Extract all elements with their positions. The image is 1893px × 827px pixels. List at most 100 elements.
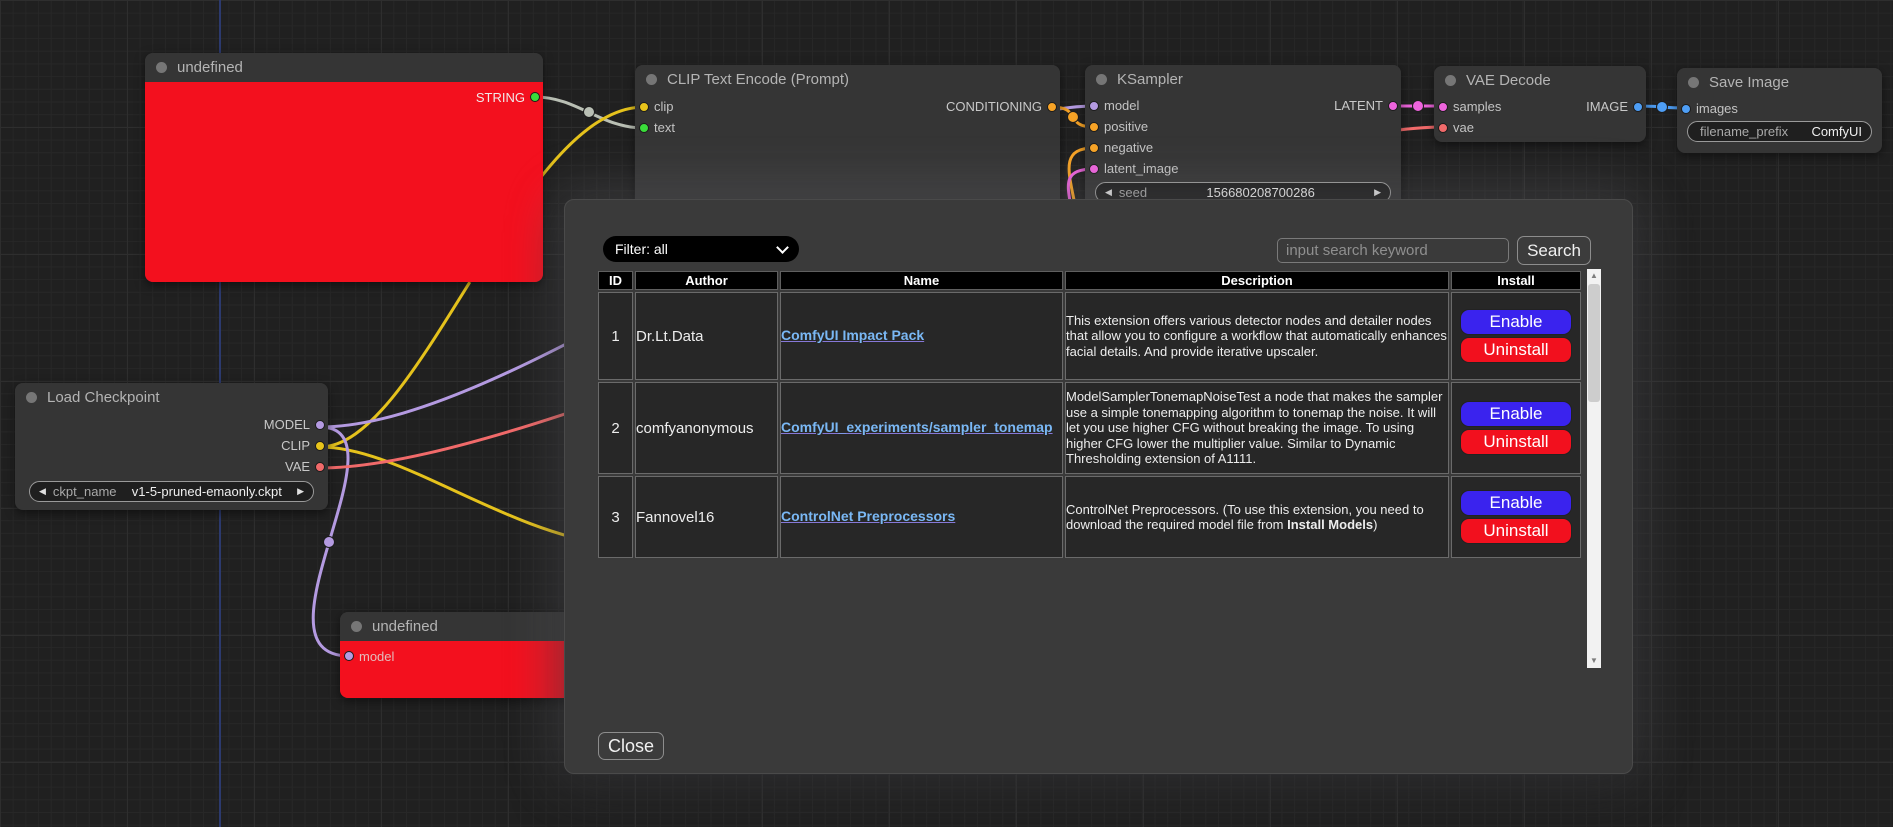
node-title: undefined (177, 59, 243, 76)
table-row: 3 Fannovel16 ControlNet Preprocessors Co… (598, 476, 1581, 558)
filter-label: Filter: all (615, 241, 668, 257)
node-collapse-dot[interactable] (1688, 77, 1699, 88)
node-collapse-dot[interactable] (156, 62, 167, 73)
node-collapse-dot[interactable] (646, 74, 657, 85)
col-header-id: ID (598, 271, 633, 290)
port-model-input[interactable] (344, 651, 354, 661)
node-load-checkpoint[interactable]: Load Checkpoint MODEL CLIP VAE ◀ ckpt_na… (15, 383, 328, 510)
table-row: 1 Dr.Lt.Data ComfyUI Impact Pack This ex… (598, 292, 1581, 380)
uninstall-button[interactable]: Uninstall (1460, 337, 1572, 363)
comfyui-canvas[interactable]: undefined STRING CLIP Text Encode (Promp… (0, 0, 1893, 827)
node-ksampler[interactable]: KSampler model LATENT positive negative … (1085, 65, 1401, 215)
node-save-image[interactable]: Save Image images filename_prefix ComfyU… (1677, 68, 1882, 153)
output-label: LATENT (1334, 98, 1383, 113)
port-vae-output[interactable] (315, 462, 325, 472)
search-button[interactable]: Search (1517, 236, 1591, 265)
filename-prefix-widget[interactable]: filename_prefix ComfyUI (1687, 121, 1872, 142)
cell-author: comfyanonymous (635, 382, 778, 474)
cell-id: 1 (598, 292, 633, 380)
node-collapse-dot[interactable] (1445, 75, 1456, 86)
node-vae-decode[interactable]: VAE Decode samples IMAGE vae (1434, 66, 1646, 142)
port-positive-input[interactable] (1089, 122, 1099, 132)
col-header-description: Description (1065, 271, 1449, 290)
input-label: latent_image (1104, 161, 1178, 176)
input-label: model (359, 649, 394, 664)
widget-value: v1-5-pruned-emaonly.ckpt (132, 484, 282, 499)
cell-install: Enable Uninstall (1451, 476, 1581, 558)
seed-label: seed (1119, 185, 1147, 200)
table-header-row: ID Author Name Description Install (598, 271, 1581, 290)
node-title: Save Image (1709, 74, 1789, 91)
port-conditioning-output[interactable] (1047, 102, 1057, 112)
port-clip-input[interactable] (639, 102, 649, 112)
widget-label: ckpt_name (53, 484, 117, 499)
port-latent-output[interactable] (1388, 101, 1398, 111)
input-label: positive (1104, 119, 1148, 134)
input-label: samples (1453, 99, 1501, 114)
port-text-input[interactable] (639, 123, 649, 133)
link-dot (1657, 102, 1668, 113)
port-model-input[interactable] (1089, 101, 1099, 111)
input-label: vae (1453, 120, 1474, 135)
increment-arrow-icon[interactable]: ▶ (297, 487, 304, 496)
increment-arrow-icon[interactable]: ▶ (1374, 188, 1381, 197)
uninstall-button[interactable]: Uninstall (1460, 429, 1572, 455)
port-clip-output[interactable] (315, 441, 325, 451)
col-header-name: Name (780, 271, 1063, 290)
output-label: MODEL (264, 417, 310, 432)
port-latent-image-input[interactable] (1089, 164, 1099, 174)
cell-install: Enable Uninstall (1451, 292, 1581, 380)
link-dot (1068, 112, 1079, 123)
scrollbar-up-icon[interactable]: ▲ (1587, 269, 1601, 283)
node-collapse-dot[interactable] (1096, 74, 1107, 85)
port-image-output[interactable] (1633, 102, 1643, 112)
node-undefined-top[interactable]: undefined STRING (145, 53, 543, 282)
node-title: KSampler (1117, 71, 1183, 88)
extension-link[interactable]: ComfyUI_experiments/sampler_tonemap (781, 419, 1053, 435)
cell-description: ControlNet Preprocessors. (To use this e… (1065, 476, 1449, 558)
col-header-author: Author (635, 271, 778, 290)
scrollbar-thumb[interactable] (1588, 284, 1600, 402)
output-label: STRING (476, 90, 525, 105)
seed-value: 156680208700286 (1206, 185, 1314, 200)
port-vae-input[interactable] (1438, 123, 1448, 133)
widget-value: ComfyUI (1811, 124, 1862, 139)
output-label: IMAGE (1586, 99, 1628, 114)
port-negative-input[interactable] (1089, 143, 1099, 153)
cell-id: 2 (598, 382, 633, 474)
extension-link[interactable]: ComfyUI Impact Pack (781, 327, 924, 343)
search-input[interactable] (1277, 238, 1509, 263)
node-collapse-dot[interactable] (26, 392, 37, 403)
node-title: Load Checkpoint (47, 389, 160, 406)
extension-link[interactable]: ControlNet Preprocessors (781, 508, 955, 524)
enable-button[interactable]: Enable (1460, 490, 1572, 516)
close-button[interactable]: Close (598, 732, 664, 760)
node-collapse-dot[interactable] (351, 621, 362, 632)
input-label: text (654, 120, 675, 135)
port-samples-input[interactable] (1438, 102, 1448, 112)
widget-label: filename_prefix (1700, 124, 1788, 139)
enable-button[interactable]: Enable (1460, 309, 1572, 335)
col-header-install: Install (1451, 271, 1581, 290)
ckpt-name-widget[interactable]: ◀ ckpt_name v1-5-pruned-emaonly.ckpt ▶ (29, 481, 314, 502)
filter-select[interactable]: Filter: all (603, 236, 799, 262)
link-dot (1413, 101, 1424, 112)
cell-author: Dr.Lt.Data (635, 292, 778, 380)
decrement-arrow-icon[interactable]: ◀ (39, 487, 46, 496)
custom-nodes-dialog: Filter: all Search ID Author Name Descri… (564, 199, 1633, 774)
enable-button[interactable]: Enable (1460, 401, 1572, 427)
table-scrollbar[interactable]: ▲ ▼ (1587, 269, 1601, 668)
chevron-down-icon (776, 241, 789, 254)
cell-id: 3 (598, 476, 633, 558)
extensions-table: ID Author Name Description Install 1 Dr.… (596, 269, 1583, 560)
port-string-output[interactable] (530, 92, 540, 102)
port-model-output[interactable] (315, 420, 325, 430)
scrollbar-down-icon[interactable]: ▼ (1587, 654, 1601, 668)
uninstall-button[interactable]: Uninstall (1460, 518, 1572, 544)
input-label: model (1104, 98, 1139, 113)
port-images-input[interactable] (1681, 104, 1691, 114)
node-title: undefined (372, 618, 438, 635)
cell-description: This extension offers various detector n… (1065, 292, 1449, 380)
decrement-arrow-icon[interactable]: ◀ (1105, 188, 1112, 197)
cell-author: Fannovel16 (635, 476, 778, 558)
